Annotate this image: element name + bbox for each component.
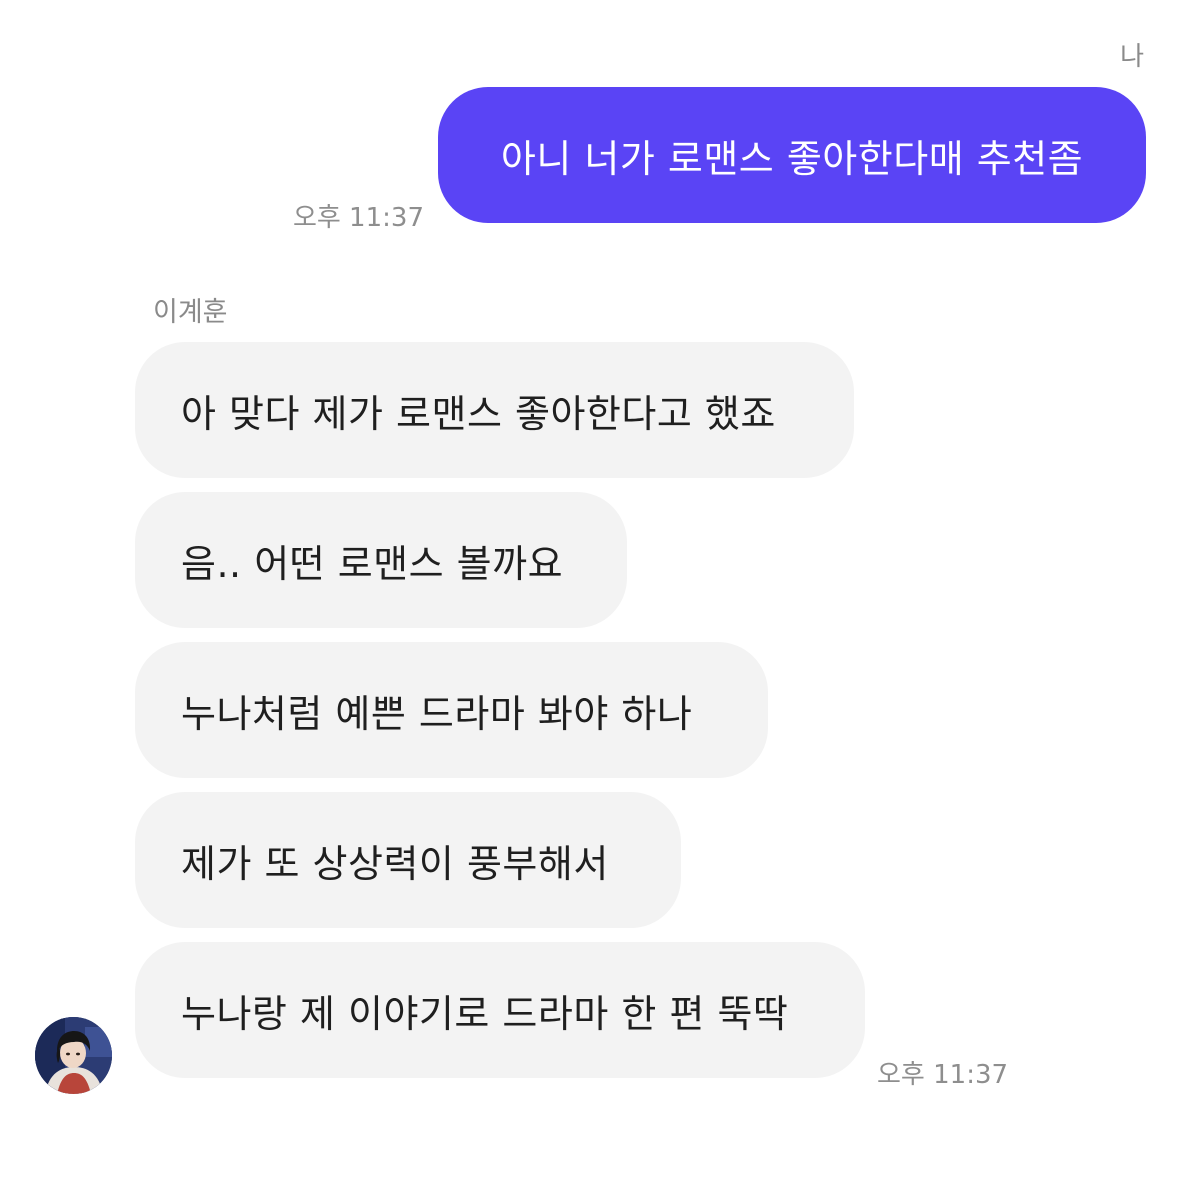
incoming-message-bubble[interactable]: 누나랑 제 이야기로 드라마 한 편 뚝딱 <box>135 942 865 1078</box>
outgoing-message-time: 오후 11:37 <box>292 203 424 233</box>
avatar[interactable] <box>35 1017 112 1094</box>
sender-name-other: 이계훈 <box>153 297 228 328</box>
incoming-message-bubble[interactable]: 아 맞다 제가 로맨스 좋아한다고 했죠 <box>135 342 854 478</box>
incoming-message-bubble[interactable]: 제가 또 상상력이 풍부해서 <box>135 792 681 928</box>
outgoing-message-bubble[interactable]: 아니 너가 로맨스 좋아한다매 추천좀 <box>438 87 1146 223</box>
incoming-message-time: 오후 11:37 <box>877 1060 1009 1090</box>
incoming-message-bubble[interactable]: 음.. 어떤 로맨스 볼까요 <box>135 492 627 628</box>
profile-photo-icon <box>35 1017 112 1094</box>
chat-thread: 나 아니 너가 로맨스 좋아한다매 추천좀 오후 11:37 이계훈 아 맞다 … <box>0 0 1182 1200</box>
incoming-message-bubble[interactable]: 누나처럼 예쁜 드라마 봐야 하나 <box>135 642 768 778</box>
sender-label-me: 나 <box>1120 42 1144 72</box>
